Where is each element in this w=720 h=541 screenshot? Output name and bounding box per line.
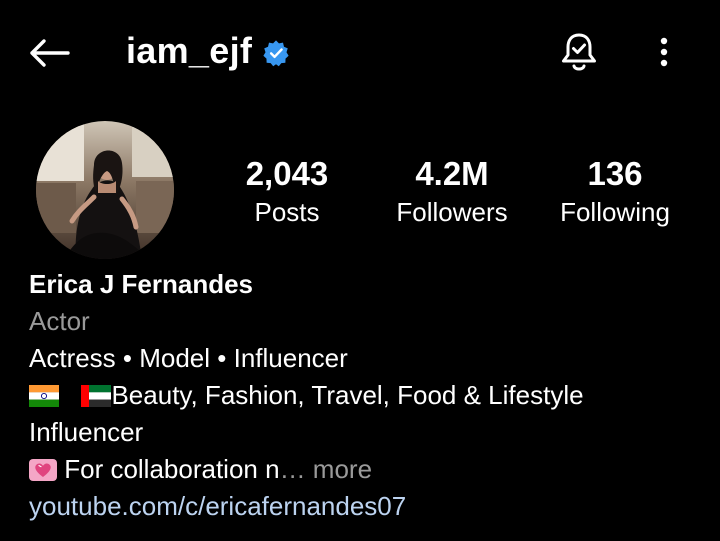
posts-count: 2,043 xyxy=(245,155,329,192)
bio-line-1: Actress • Model • Influencer xyxy=(29,343,348,373)
posts-stat[interactable]: 2,043 Posts xyxy=(207,154,367,229)
bio-line-3: Influencer xyxy=(29,417,144,447)
followers-label: Followers xyxy=(396,197,508,227)
following-count: 136 xyxy=(587,155,643,192)
arrow-left-icon xyxy=(30,39,70,67)
notification-bell-icon xyxy=(562,33,596,71)
more-options-button[interactable] xyxy=(646,30,682,74)
pink-heart-icon xyxy=(29,459,57,481)
following-stat[interactable]: 136 Following xyxy=(535,154,695,229)
profile-bio: Erica J Fernandes Actor Actress • Model … xyxy=(29,266,709,525)
more-vertical-icon xyxy=(660,37,668,67)
display-name: Erica J Fernandes xyxy=(29,269,253,299)
back-button[interactable] xyxy=(26,30,72,76)
posts-label: Posts xyxy=(254,197,320,227)
india-flag-icon xyxy=(29,385,59,407)
bio-line-4: For collaboration n… more xyxy=(29,451,709,488)
username-header: iam_ejf xyxy=(126,28,290,74)
profile-photo xyxy=(36,121,174,259)
bio-more-link[interactable]: … more xyxy=(280,454,372,484)
notifications-button[interactable] xyxy=(556,28,602,76)
following-label: Following xyxy=(560,197,670,227)
top-bar: iam_ejf xyxy=(0,0,720,100)
profile-category: Actor xyxy=(29,306,90,336)
bio-line-4-text: For collaboration n xyxy=(57,454,280,484)
verified-badge-icon xyxy=(263,40,289,67)
profile-avatar[interactable] xyxy=(36,121,174,259)
username: iam_ejf xyxy=(126,30,253,71)
bio-line-2-text: Beauty, Fashion, Travel, Food & Lifestyl… xyxy=(111,380,584,410)
followers-stat[interactable]: 4.2M Followers xyxy=(372,154,532,229)
followers-count: 4.2M xyxy=(415,155,489,192)
bio-line-2: Beauty, Fashion, Travel, Food & Lifestyl… xyxy=(29,377,709,414)
uae-flag-icon xyxy=(81,385,112,407)
profile-website-link[interactable]: youtube.com/c/ericafernandes07 xyxy=(29,488,709,525)
